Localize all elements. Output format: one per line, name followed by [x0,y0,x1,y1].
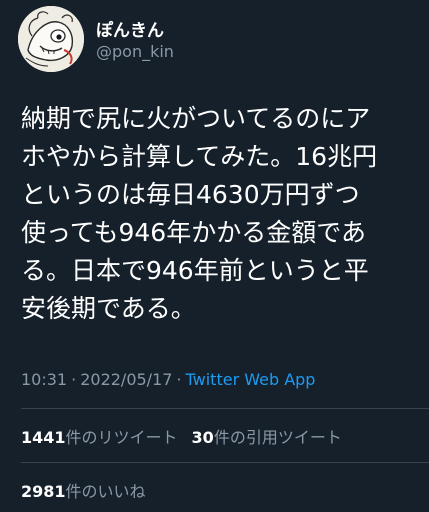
meta-separator: · [71,370,77,389]
divider [21,462,429,463]
display-name[interactable]: ぽんきん [96,16,164,41]
retweets-label: 件のリツイート [65,428,178,447]
likes-count: 2981 [21,482,66,501]
tweet-text-line: る。日本で946年前というと平 [21,256,369,285]
tweet-source-link[interactable]: Twitter Web App [186,370,316,389]
likes-label: 件のいいね [65,482,146,501]
avatar[interactable] [18,6,84,72]
tweet-body: 納期で尻に火がついてるのにア ホやから計算してみた。16兆円 というのは毎日46… [21,100,421,328]
tweet-text-line: 使っても946年かかる金額であ [21,218,366,247]
avatar-illustration-icon [18,6,84,72]
meta-separator: · [176,370,182,389]
tweet-text-line: というのは毎日4630万円ずつ [21,180,360,209]
retweets-stat[interactable]: 1441件のリツイート [21,428,178,447]
tweet-meta: 10:31 · 2022/05/17 · Twitter Web App [21,370,315,389]
likes-stat[interactable]: 2981件のいいね [21,482,146,501]
user-handle[interactable]: @pon_kin [96,42,174,61]
quotes-stat[interactable]: 30件の引用ツイート [192,428,342,447]
likes-row: 2981件のいいね [21,478,146,502]
tweet-detail: ぽんきん @pon_kin 納期で尻に火がついてるのにア ホやから計算してみた。… [0,0,429,512]
quotes-count: 30 [191,428,214,447]
tweet-text-line: 安後期である。 [21,294,196,323]
divider [21,408,429,409]
tweet-text-line: ホやから計算してみた。16兆円 [21,142,378,171]
tweet-time[interactable]: 10:31 [21,370,67,389]
quotes-label: 件の引用ツイート [213,428,342,447]
tweet-date[interactable]: 2022/05/17 [80,370,172,389]
engagement-row: 1441件のリツイート 30件の引用ツイート [21,424,342,448]
retweets-count: 1441 [21,428,66,447]
tweet-text-line: 納期で尻に火がついてるのにア [21,104,371,133]
